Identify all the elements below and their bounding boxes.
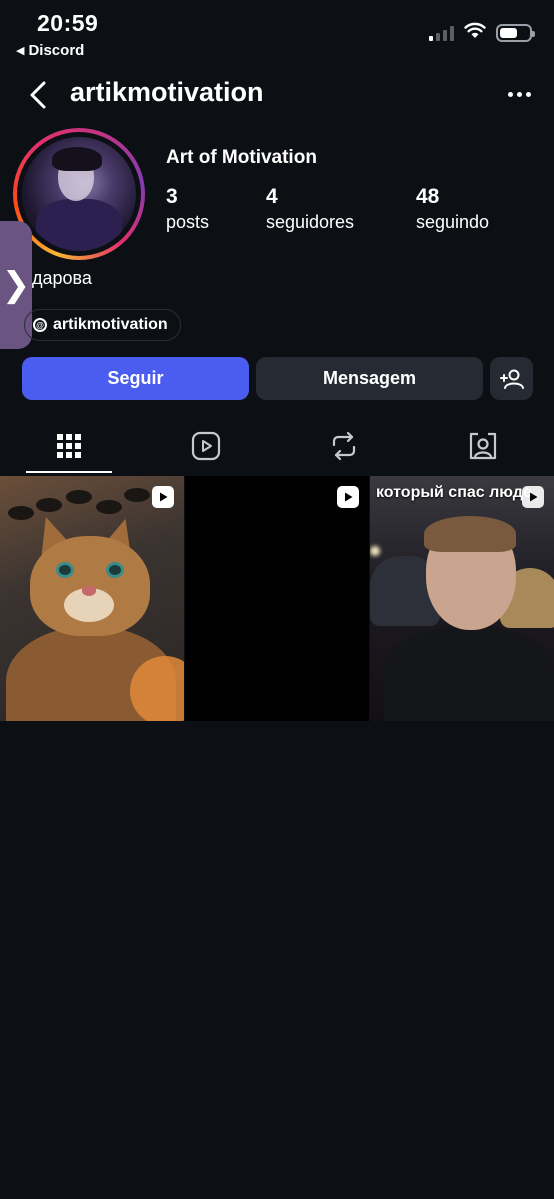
status-bar: 20:59 ◀ Discord bbox=[0, 0, 554, 62]
following-label: seguindo bbox=[416, 212, 490, 232]
reel-icon bbox=[522, 486, 544, 508]
cellular-signal-icon bbox=[429, 25, 454, 41]
back-button[interactable] bbox=[22, 78, 54, 112]
followers-count: 4 bbox=[266, 185, 278, 208]
posts-grid: который спас люде bbox=[0, 476, 554, 721]
followers-stat[interactable]: 4 seguidores bbox=[266, 184, 354, 234]
add-person-icon bbox=[499, 369, 524, 389]
reel-icon bbox=[337, 486, 359, 508]
wifi-icon bbox=[464, 22, 486, 44]
profile-tabs bbox=[0, 420, 554, 475]
post-thumbnail[interactable] bbox=[0, 476, 184, 721]
following-stat[interactable]: 48 seguindo bbox=[416, 184, 489, 234]
more-dots-icon bbox=[507, 91, 513, 97]
following-count: 48 bbox=[416, 185, 440, 208]
follow-button[interactable]: Seguir bbox=[22, 357, 249, 400]
post-thumbnail[interactable]: который спас люде bbox=[370, 476, 554, 721]
reel-icon bbox=[152, 486, 174, 508]
tab-posts[interactable] bbox=[26, 420, 112, 472]
grid-icon bbox=[57, 434, 81, 458]
back-to-app-link[interactable]: ◀ Discord bbox=[16, 42, 84, 59]
threads-icon: @ bbox=[33, 318, 47, 332]
status-icons bbox=[429, 22, 535, 44]
post-caption: который спас люде bbox=[376, 484, 532, 501]
chevron-right-icon: ❯ bbox=[1, 266, 31, 304]
battery-icon bbox=[496, 24, 535, 42]
page-title: artikmotivation bbox=[70, 77, 264, 107]
chevron-left-icon bbox=[30, 81, 46, 109]
avatar bbox=[22, 137, 136, 251]
triangle-left-icon: ◀ bbox=[16, 45, 25, 57]
message-button[interactable]: Mensagem bbox=[256, 357, 483, 400]
bio-text: дарова bbox=[32, 268, 92, 288]
display-name: Art of Motivation bbox=[166, 147, 317, 168]
tab-reels[interactable] bbox=[163, 420, 249, 472]
tagged-icon bbox=[469, 432, 497, 460]
threads-link[interactable]: @ artikmotivation bbox=[24, 309, 181, 341]
tab-reposts[interactable] bbox=[301, 420, 387, 472]
posts-label: posts bbox=[166, 212, 210, 232]
reels-icon bbox=[191, 431, 221, 461]
story-ring[interactable] bbox=[13, 128, 145, 260]
post-thumbnail[interactable] bbox=[185, 476, 369, 721]
active-tab-indicator bbox=[26, 471, 112, 473]
threads-handle: artikmotivation bbox=[53, 316, 168, 333]
posts-stat: 3 posts bbox=[166, 184, 209, 234]
followers-label: seguidores bbox=[266, 212, 355, 232]
profile-header: artikmotivation bbox=[0, 70, 554, 120]
more-options-button[interactable] bbox=[504, 82, 534, 106]
tab-tagged[interactable] bbox=[440, 420, 526, 472]
posts-count: 3 bbox=[166, 185, 178, 208]
repost-icon bbox=[332, 431, 356, 461]
status-time: 20:59 bbox=[37, 10, 99, 36]
suggest-users-button[interactable] bbox=[490, 357, 533, 400]
back-app-label: Discord bbox=[28, 42, 85, 59]
